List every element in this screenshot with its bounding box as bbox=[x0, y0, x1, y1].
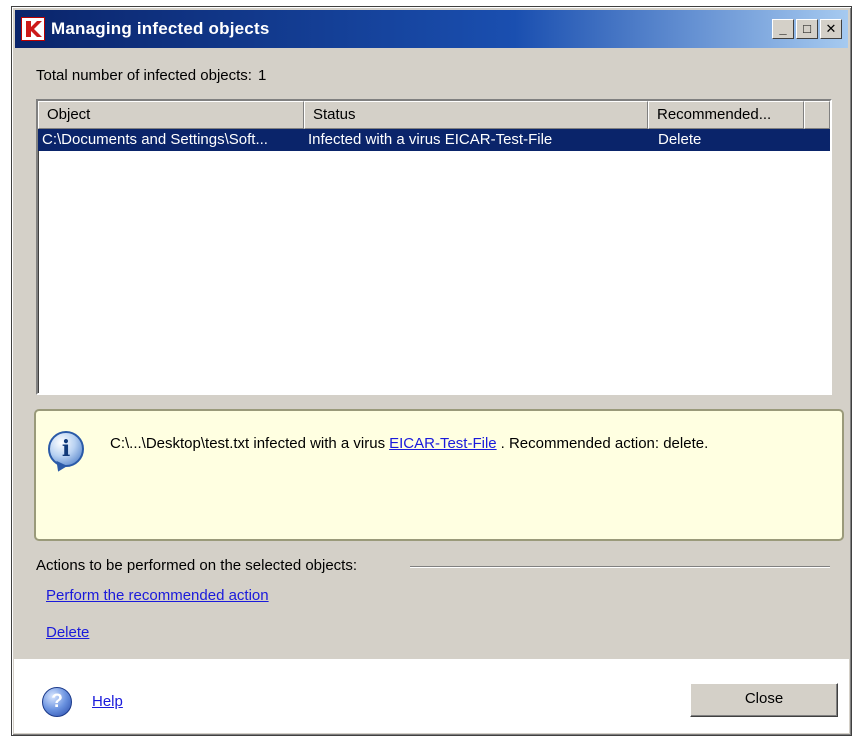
help-icon[interactable]: ? bbox=[42, 687, 72, 717]
column-header-recommended[interactable]: Recommended... bbox=[648, 101, 804, 129]
infected-count-value: 1 bbox=[257, 67, 267, 84]
maximize-button[interactable]: □ bbox=[796, 19, 818, 39]
perform-recommended-action-link[interactable]: Perform the recommended action bbox=[46, 587, 269, 604]
info-icon: i bbox=[48, 431, 84, 467]
kaspersky-k-icon bbox=[21, 17, 45, 41]
infected-count-label: Total number of infected objects: 1 bbox=[36, 67, 266, 84]
infected-count-text: Total number of infected objects: bbox=[36, 67, 252, 84]
info-message-suffix: . Recommended action: delete. bbox=[500, 435, 709, 452]
column-header-object[interactable]: Object bbox=[38, 101, 304, 129]
info-message: C:\...\Desktop\test.txt infected with a … bbox=[110, 435, 708, 452]
actions-group-label: Actions to be performed on the selected … bbox=[36, 557, 358, 574]
infected-objects-list[interactable]: Object Status Recommended... C:\Document… bbox=[36, 99, 832, 395]
virus-name-link[interactable]: EICAR-Test-File bbox=[389, 435, 497, 452]
cell-status: Infected with a virus EICAR-Test-File bbox=[308, 131, 553, 148]
close-window-button[interactable]: ✕ bbox=[820, 19, 842, 39]
cell-object: C:\Documents and Settings\Soft... bbox=[42, 131, 268, 148]
footer-area: ? Help Close bbox=[14, 659, 849, 733]
delete-action-link[interactable]: Delete bbox=[46, 624, 89, 641]
window-controls: _ □ ✕ bbox=[772, 19, 842, 39]
actions-divider bbox=[410, 566, 830, 568]
column-header-filler bbox=[804, 101, 830, 129]
minimize-button[interactable]: _ bbox=[772, 19, 794, 39]
list-header: Object Status Recommended... bbox=[38, 101, 830, 129]
info-panel: i C:\...\Desktop\test.txt infected with … bbox=[34, 409, 844, 541]
info-message-prefix: C:\...\Desktop\test.txt infected with a … bbox=[110, 435, 386, 452]
close-button[interactable]: Close bbox=[690, 683, 838, 717]
dialog-window: Managing infected objects _ □ ✕ Total nu… bbox=[11, 6, 852, 736]
cell-recommended: Delete bbox=[658, 131, 702, 148]
help-link[interactable]: Help bbox=[92, 693, 123, 710]
title-bar[interactable]: Managing infected objects _ □ ✕ bbox=[15, 10, 848, 48]
table-row[interactable]: C:\Documents and Settings\Soft... Infect… bbox=[38, 129, 830, 151]
window-title: Managing infected objects bbox=[51, 19, 270, 38]
column-header-status[interactable]: Status bbox=[304, 101, 648, 129]
